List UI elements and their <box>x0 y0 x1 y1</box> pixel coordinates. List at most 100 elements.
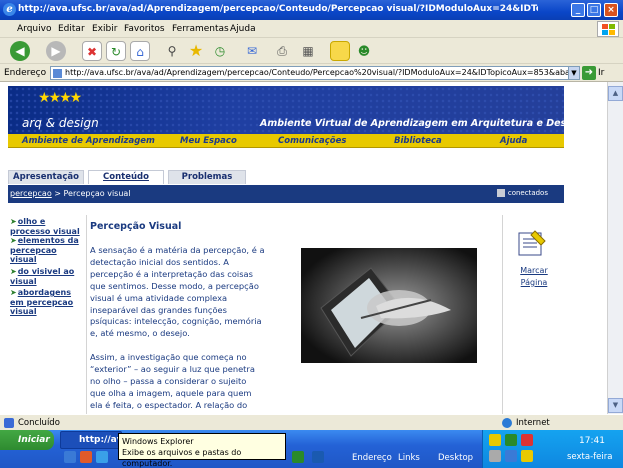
refresh-icon[interactable]: ↻ <box>106 41 126 61</box>
menu-favoritos[interactable]: Favoritos <box>124 24 165 34</box>
sidenav-item-elementos[interactable]: ➤elementos da percepcao visual <box>10 236 79 265</box>
nav-comunicacoes[interactable]: Comunicações <box>278 136 346 146</box>
search-icon[interactable]: ⚲ <box>162 41 182 61</box>
article-title: Percepção Visual <box>90 221 182 232</box>
site-tagline: Ambiente Virtual de Aprendizagem em Arqu… <box>260 118 564 129</box>
system-tray: 17:41 sexta-feira <box>482 430 623 468</box>
start-button[interactable]: Iniciar <box>0 430 54 450</box>
connected-label: conectados <box>507 189 548 197</box>
toolbar-desktop[interactable]: Desktop <box>438 453 473 463</box>
page-icon <box>53 69 62 78</box>
vertical-scrollbar[interactable]: ▲ ▼ <box>607 82 623 414</box>
scroll-down-icon[interactable]: ▼ <box>608 398 623 413</box>
article-paragraph: A sensação é a matéria da percepção, é a… <box>90 245 265 339</box>
breadcrumb: percepcao > Percepçao visual <box>10 189 131 198</box>
article: Percepção Visual A sensação é a matéria … <box>86 215 502 414</box>
quicklaunch-icon[interactable] <box>312 451 324 463</box>
taskbar-item-browser[interactable]: http://av <box>60 431 122 449</box>
page-content: ★★★★ arq & design Ambiente Virtual de Ap… <box>0 82 607 414</box>
maximize-button[interactable]: □ <box>587 3 601 17</box>
tray-icon[interactable] <box>489 450 501 462</box>
internet-explorer-icon: e <box>3 3 16 16</box>
zone-text: Internet <box>516 418 550 428</box>
quicklaunch-icon[interactable] <box>292 451 304 463</box>
nav-meu-espaco[interactable]: Meu Espaco <box>180 136 237 146</box>
tooltip-title: Windows Explorer <box>122 437 194 446</box>
tray-icon[interactable] <box>505 434 517 446</box>
history-icon[interactable]: ◷ <box>210 41 230 61</box>
menu-exibir[interactable]: Exibir <box>92 24 117 34</box>
connected-icon <box>496 189 505 197</box>
tray-icon[interactable] <box>489 434 501 446</box>
page-status-icon <box>4 418 14 428</box>
site-nav: Ambiente de Aprendizagem Meu Espaco Comu… <box>8 134 564 148</box>
folder-icon[interactable] <box>330 41 350 61</box>
menu-ajuda[interactable]: Ajuda <box>230 24 256 34</box>
clock[interactable]: 17:41 <box>579 436 605 446</box>
quicklaunch-icon[interactable] <box>64 451 76 463</box>
menu-ferramentas[interactable]: Ferramentas <box>172 24 229 34</box>
mail-icon[interactable]: ✉ <box>242 41 262 61</box>
internet-zone-icon <box>502 418 512 428</box>
side-nav: ➤olho e processo visual ➤elementos da perc… <box>8 215 80 414</box>
home-icon[interactable]: ⌂ <box>130 41 150 61</box>
back-icon[interactable]: ◀ <box>10 41 30 61</box>
toolbar: ◀ ▶ ✖ ↻ ⌂ ⚲ ★ ◷ ✉ ⎙ ▦ ☻ <box>0 38 623 64</box>
tray-icon[interactable] <box>505 450 517 462</box>
connected-indicator[interactable]: conectados <box>496 189 548 197</box>
window-title: http://ava.ufsc.br/ava/ad/Aprendizagem/p… <box>18 4 538 14</box>
content-tabs: Apresentação Conteúdo Problemas <box>8 170 564 184</box>
favorites-icon[interactable]: ★ <box>186 41 206 61</box>
forward-icon[interactable]: ▶ <box>46 41 66 61</box>
edit-icon[interactable]: ▦ <box>298 41 318 61</box>
menu-arquivo[interactable]: Arquivo <box>17 24 51 34</box>
window-title-bar[interactable]: e http://ava.ufsc.br/ava/ad/Aprendizagem… <box>0 0 623 20</box>
windows-logo-icon <box>597 21 619 37</box>
address-bar: Endereço http://ava.ufsc.br/ava/ad/Apren… <box>0 64 623 82</box>
tooltip-text: Exibe os arquivos e pastas do computador… <box>122 448 242 468</box>
breadcrumb-current: > Percepçao visual <box>51 189 131 198</box>
site-banner: ★★★★ arq & design Ambiente Virtual de Ap… <box>8 86 564 134</box>
breadcrumb-link[interactable]: percepcao <box>10 189 52 198</box>
article-body: A sensação é a matéria da percepção, é a… <box>90 245 280 414</box>
sidenav-item-olho[interactable]: ➤olho e processo visual <box>10 217 80 236</box>
article-photo <box>301 248 477 363</box>
status-bar: Concluído Internet <box>0 414 623 430</box>
nav-ajuda[interactable]: Ajuda <box>500 136 527 146</box>
go-arrow-icon[interactable]: ➜ <box>582 66 596 80</box>
nav-biblioteca[interactable]: Biblioteca <box>394 136 442 146</box>
site-logo[interactable]: arq & design <box>22 116 99 130</box>
sidenav-item-abordagens[interactable]: ➤abordagens em percepcao visual <box>10 288 73 317</box>
clock-day: sexta-feira <box>567 452 613 462</box>
go-button[interactable]: Ir <box>598 68 604 78</box>
breadcrumb-bar: percepcao > Percepçao visual conectados <box>8 185 564 203</box>
scroll-up-icon[interactable]: ▲ <box>608 86 623 101</box>
sidenav-item-visivel[interactable]: ➤do visivel ao visual <box>10 267 74 286</box>
menu-editar[interactable]: Editar <box>58 24 85 34</box>
address-input[interactable]: http://ava.ufsc.br/ava/ad/Aprendizagem/p… <box>50 66 570 80</box>
tab-apresentacao[interactable]: Apresentação <box>8 170 84 184</box>
address-url: http://ava.ufsc.br/ava/ad/Aprendizagem/p… <box>65 68 570 77</box>
toolbar-endereco[interactable]: Endereço <box>352 453 392 463</box>
tab-conteudo[interactable]: Conteúdo <box>88 170 164 184</box>
bookmark-page-link[interactable]: Marcar Página <box>507 265 561 289</box>
status-text: Concluído <box>18 418 60 428</box>
tray-icon[interactable] <box>521 450 533 462</box>
stop-icon[interactable]: ✖ <box>82 41 102 61</box>
toolbar-links[interactable]: Links <box>398 453 420 463</box>
menu-bar: Arquivo Editar Exibir Favoritos Ferramen… <box>0 20 623 38</box>
tray-icon[interactable] <box>521 434 533 446</box>
minimize-button[interactable]: _ <box>571 3 585 17</box>
quicklaunch-icon[interactable] <box>96 451 108 463</box>
taskbar: Iniciar http://av Windows Explorer Exibe… <box>0 430 623 468</box>
tab-problemas[interactable]: Problemas <box>168 170 246 184</box>
close-button[interactable]: × <box>604 3 618 17</box>
print-icon[interactable]: ⎙ <box>272 41 292 61</box>
nav-ambiente[interactable]: Ambiente de Aprendizagem <box>22 136 155 146</box>
quicklaunch-icon[interactable] <box>80 451 92 463</box>
address-label: Endereço <box>4 68 47 78</box>
address-dropdown-icon[interactable]: ▼ <box>568 66 580 80</box>
messenger-icon[interactable]: ☻ <box>354 41 374 61</box>
notepad-icon[interactable] <box>517 229 547 257</box>
tooltip: Windows Explorer Exibe os arquivos e pas… <box>118 433 286 468</box>
